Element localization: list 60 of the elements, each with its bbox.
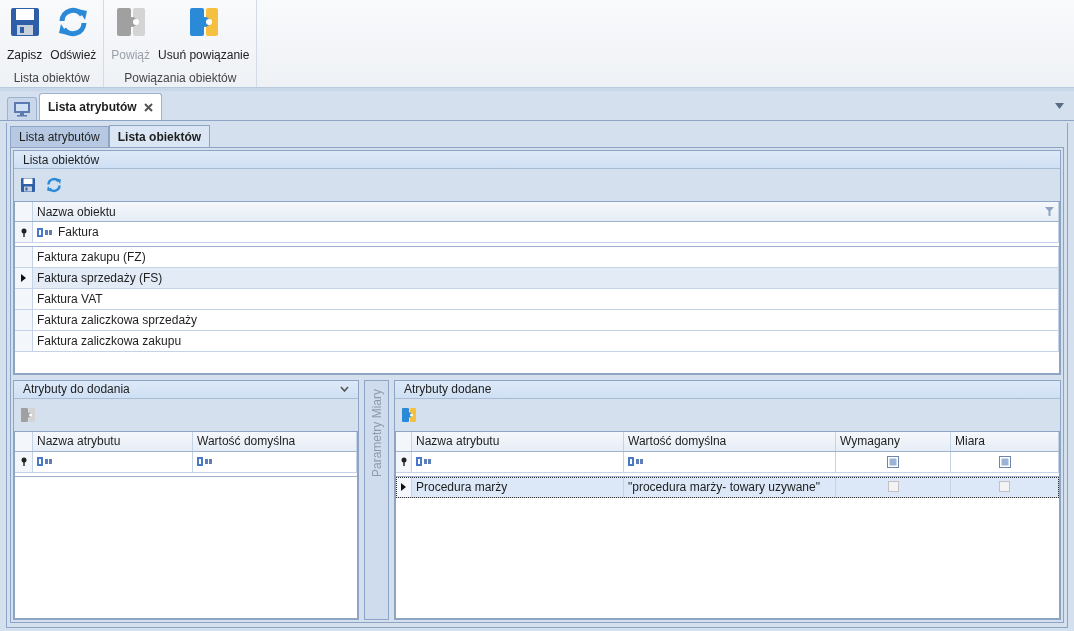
close-icon[interactable] [143,102,153,112]
row-indicator-icon [21,274,26,282]
tabs-menu-icon[interactable] [1055,103,1064,109]
checkbox-filter-icon [887,455,899,468]
table-cell-text: "procedura marży- towary uzywane" [628,478,820,496]
table-cell-text: Faktura zaliczkowa sprzedaży [37,312,198,329]
pin-icon [20,227,27,237]
table-cell-text: Faktura zakupu (FZ) [37,249,146,266]
tab[interactable]: Lista obiektów [108,125,211,147]
column-header[interactable]: Wymagany [836,431,951,451]
refresh-icon [57,6,90,38]
table-row[interactable]: Faktura zaliczkowa sprzedaży [15,310,1059,331]
filter-value: Faktura [58,224,99,241]
ribbon-button[interactable]: Zapisz [4,4,46,66]
monitor-tab[interactable] [7,97,37,120]
column-header[interactable]: Wartość domyślna [624,431,836,451]
chevron-down-icon[interactable] [340,386,349,392]
unlink-icon [187,6,220,38]
table-cell-text: Procedura marży [416,478,508,496]
refresh-icon [46,177,62,193]
monitor-icon [13,101,31,117]
column-header[interactable]: Nazwa atrybutu [412,431,624,451]
group-label: Lista obiektów [12,70,91,87]
link-icon [114,6,147,38]
unlink-icon [401,406,417,423]
panel-title: Lista obiektów [23,151,100,169]
table-row[interactable]: Faktura sprzedaży (FS) [15,268,1059,289]
group-label: Powiązania obiektów [123,70,238,87]
text-filter-icon [197,457,213,466]
table-cell-text: Faktura VAT [37,291,103,308]
ribbon-button[interactable]: Odśwież [47,4,100,66]
text-filter-icon [37,227,53,237]
document-tab[interactable]: Lista atrybutów [39,93,162,120]
table-row[interactable]: Procedura marży "procedura marży- towary uzywane" [396,476,1059,498]
ribbon-button[interactable]: Usuń powiązanie [155,4,253,66]
column-header[interactable]: Nazwa obiektu [33,202,1059,221]
save-icon [8,6,41,38]
filter-icon[interactable] [1045,207,1054,216]
text-filter-icon [37,457,53,466]
panel-title: Atrybuty do dodania [23,381,130,398]
checkbox-filter-icon [998,455,1011,468]
text-filter-icon [628,457,644,466]
link-icon [20,406,36,423]
column-header[interactable]: Nazwa atrybutu [33,431,193,451]
table-cell-text: Faktura sprzedaży (FS) [37,270,163,287]
side-panel-title: Parametry Miary [368,388,385,477]
column-header[interactable]: Wartość domyślna [193,431,357,451]
table-row[interactable]: Faktura zaliczkowa zakupu [15,331,1059,352]
text-filter-icon [416,457,432,466]
tab[interactable]: Lista atrybutów [10,126,109,147]
table-cell-text: Faktura zaliczkowa zakupu [37,333,182,350]
filter-cell[interactable]: Faktura [33,222,1059,242]
column-header[interactable]: Miara [951,431,1059,451]
pin-icon [20,457,27,466]
row-indicator-icon [401,482,406,491]
save-icon [20,177,36,193]
column-title: Nazwa obiektu [37,203,116,221]
pin-icon [400,457,407,466]
panel-title: Atrybuty dodane [404,381,492,398]
table-row[interactable]: Faktura VAT [15,289,1059,310]
